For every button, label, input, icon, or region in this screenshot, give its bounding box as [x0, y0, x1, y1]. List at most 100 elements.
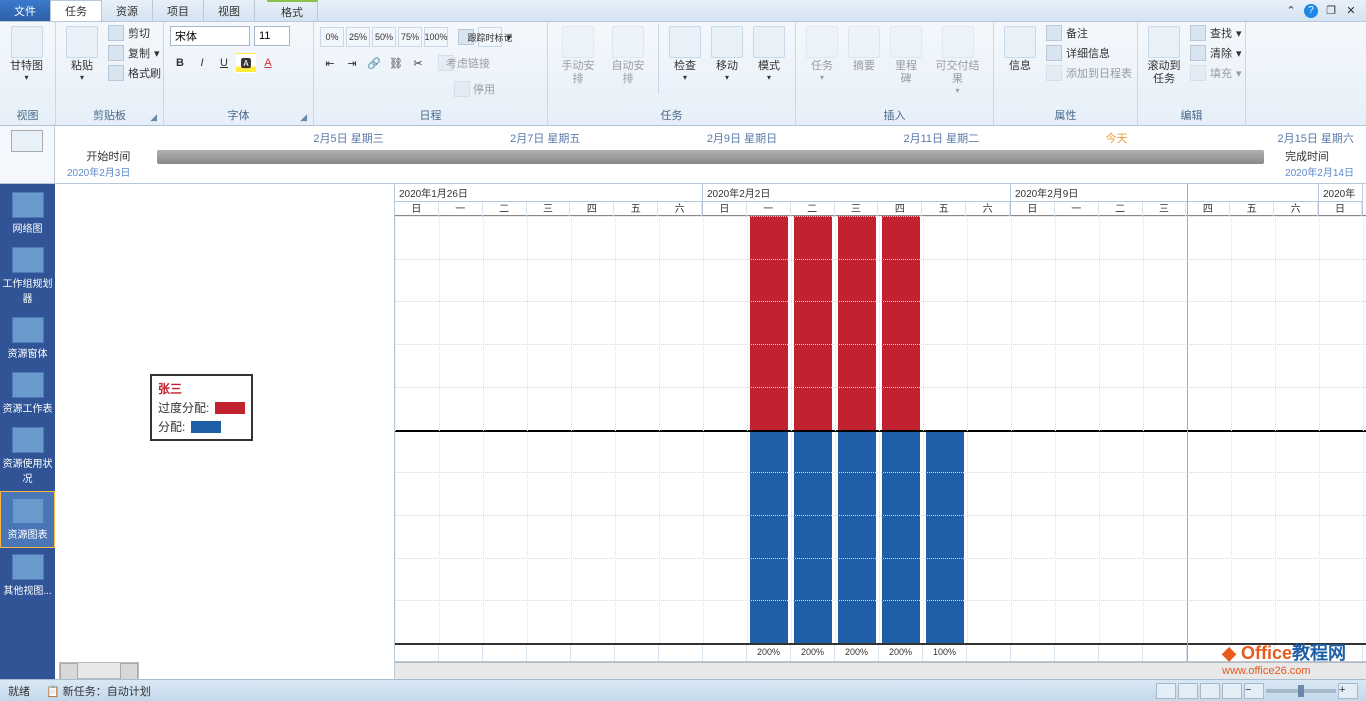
view-btn-3[interactable] — [1200, 683, 1220, 699]
tl-date-4: 2月11日 星期二 — [904, 130, 980, 146]
tl-date-3: 2月9日 星期日 — [707, 130, 777, 146]
help-icon[interactable]: ? — [1304, 4, 1318, 18]
tab-file[interactable]: 文件 — [0, 0, 50, 21]
italic-button[interactable]: I — [192, 53, 212, 73]
tab-task[interactable]: 任务 — [50, 0, 102, 21]
group-insert-label: 插入 — [802, 105, 987, 125]
sidebar-item-3[interactable]: 资源工作表 — [0, 366, 55, 421]
legend-box: 张三 过度分配: 分配: — [150, 374, 253, 441]
outdent-button[interactable]: ⇤ — [320, 53, 340, 73]
font-size-select[interactable] — [254, 26, 290, 46]
ribbon: 甘特图▾ 视图 粘贴▾ 剪切 复制▾ 格式刷 剪贴板◢ B I U 🅰 A — [0, 22, 1366, 126]
timeline-bar[interactable] — [157, 150, 1264, 164]
add-timeline-button[interactable]: 添加到日程表 — [1042, 64, 1136, 82]
sidebar-item-6[interactable]: 其他视图... — [0, 548, 55, 603]
insert-task-button[interactable]: 任务▾ — [802, 24, 842, 84]
bg-color-button[interactable]: 🅰 — [236, 53, 256, 73]
restore-icon[interactable]: ❐ — [1324, 4, 1338, 18]
milestone-button[interactable]: 里程碑 — [886, 24, 926, 88]
view-btn-4[interactable] — [1222, 683, 1242, 699]
group-view-label: 视图 — [6, 105, 49, 125]
sidebar-item-0[interactable]: 网络图 — [0, 186, 55, 241]
tab-format[interactable]: 格式 — [267, 0, 318, 21]
manual-schedule-button[interactable]: 手动安排 — [554, 24, 602, 88]
status-ready: 就绪 — [8, 683, 30, 699]
move-button[interactable]: 移动▾ — [707, 24, 747, 84]
view-btn-2[interactable] — [1178, 683, 1198, 699]
format-painter-button[interactable]: 格式刷 — [104, 64, 165, 82]
disable-button[interactable]: 停用 — [450, 78, 498, 100]
fill-button[interactable]: 填充▾ — [1186, 64, 1246, 82]
menu-bar: 文件 任务 资源 项目 视图 格式 ⌃ ? ❐ ✕ — [0, 0, 1366, 22]
left-pane: 张三 过度分配: 分配: — [55, 184, 395, 679]
sidebar-item-5[interactable]: 资源图表 — [0, 491, 55, 548]
mode-button[interactable]: 模式▾ — [749, 24, 789, 84]
pct-100-button[interactable]: 100% — [424, 27, 448, 47]
zoom-slider[interactable] — [1266, 689, 1336, 693]
chart-pane: 200%180%160%140%120%100%80%60%40%20% 202… — [395, 184, 1366, 679]
info-button[interactable]: 信息 — [1000, 24, 1040, 75]
auto-schedule-button[interactable]: 自动安排 — [604, 24, 652, 88]
view-sidebar: 网络图工作组规划器资源窗体资源工作表资源使用状况资源图表其他视图... — [0, 184, 55, 679]
font-name-select[interactable] — [170, 26, 250, 46]
sidebar-item-1[interactable]: 工作组规划器 — [0, 241, 55, 311]
group-clipboard-label: 剪贴板◢ — [62, 105, 157, 125]
tl-start: 开始时间2020年2月3日 — [67, 148, 130, 179]
watermark: ◆ Office教程网 www.office26.com — [1222, 639, 1346, 677]
timeline-icon[interactable] — [11, 130, 43, 152]
paste-button[interactable]: 粘贴▾ — [62, 24, 102, 84]
tl-date-1: 2月5日 星期三 — [313, 130, 383, 146]
chart-body — [395, 216, 1366, 645]
group-tasks-label: 任务 — [554, 105, 789, 125]
copy-button[interactable]: 复制▾ — [104, 44, 165, 62]
legend-alloc-swatch — [191, 421, 221, 433]
legend-over-swatch — [215, 402, 245, 414]
indent-button[interactable]: ⇥ — [342, 53, 362, 73]
respect-links-button[interactable]: 考虑链接 — [434, 52, 482, 74]
legend-alloc-label: 分配: — [158, 418, 185, 435]
group-properties-label: 属性 — [1000, 105, 1131, 125]
details-button[interactable]: 详细信息 — [1042, 44, 1136, 62]
track-mark-button[interactable]: 跟踪时标记▾ — [454, 26, 516, 48]
bold-button[interactable]: B — [170, 53, 190, 73]
gantt-button[interactable]: 甘特图▾ — [6, 24, 47, 84]
minimize-ribbon-icon[interactable]: ⌃ — [1284, 4, 1298, 18]
chart-header: 2020年1月26日日一二三四五六2020年2月2日日一二三四五六2020年2月… — [395, 184, 1366, 216]
scroll-to-task-button[interactable]: 滚动到 任务 — [1144, 24, 1184, 88]
tab-project[interactable]: 项目 — [153, 0, 204, 21]
sidebar-item-2[interactable]: 资源窗体 — [0, 311, 55, 366]
tab-resource[interactable]: 资源 — [102, 0, 153, 21]
split-button[interactable]: ✂ — [408, 53, 428, 73]
font-color-button[interactable]: A — [258, 53, 278, 73]
deliverable-button[interactable]: 可交付结果▾ — [928, 24, 987, 97]
inspect-button[interactable]: 检查▾ — [665, 24, 705, 84]
unlink-button[interactable]: ⛓ — [386, 53, 406, 73]
find-button[interactable]: 查找▾ — [1186, 24, 1246, 42]
pct-0-button[interactable]: 0% — [320, 27, 344, 47]
summary-button[interactable]: 摘要 — [844, 24, 884, 75]
link-button[interactable]: 🔗 — [364, 53, 384, 73]
chart-hscroll[interactable] — [395, 662, 1366, 679]
notes-button[interactable]: 备注 — [1042, 24, 1136, 42]
close-icon[interactable]: ✕ — [1344, 4, 1358, 18]
chart-footer: 200%200%200%200%100% — [395, 645, 1366, 662]
clear-button[interactable]: 清除▾ — [1186, 44, 1246, 62]
underline-button[interactable]: U — [214, 53, 234, 73]
view-btn-1[interactable] — [1156, 683, 1176, 699]
pct-75-button[interactable]: 75% — [398, 27, 422, 47]
group-schedule-label: 日程 — [320, 105, 541, 125]
zoom-in-button[interactable]: + — [1338, 683, 1358, 699]
pct-25-button[interactable]: 25% — [346, 27, 370, 47]
tl-today: 今天 — [1106, 130, 1128, 146]
cut-button[interactable]: 剪切 — [104, 24, 165, 42]
group-font-label: 字体 — [228, 110, 250, 122]
sidebar-item-4[interactable]: 资源使用状况 — [0, 421, 55, 491]
status-bar: 就绪 📋 新任务：自动计划 − + — [0, 679, 1366, 701]
zoom-out-button[interactable]: − — [1244, 683, 1264, 699]
left-hscroll[interactable] — [59, 662, 139, 679]
tl-end: 完成时间2020年2月14日 — [1285, 148, 1354, 179]
legend-resource-name: 张三 — [158, 380, 245, 397]
status-new-task[interactable]: 📋 新任务：自动计划 — [46, 683, 151, 699]
pct-50-button[interactable]: 50% — [372, 27, 396, 47]
tab-view[interactable]: 视图 — [204, 0, 255, 21]
